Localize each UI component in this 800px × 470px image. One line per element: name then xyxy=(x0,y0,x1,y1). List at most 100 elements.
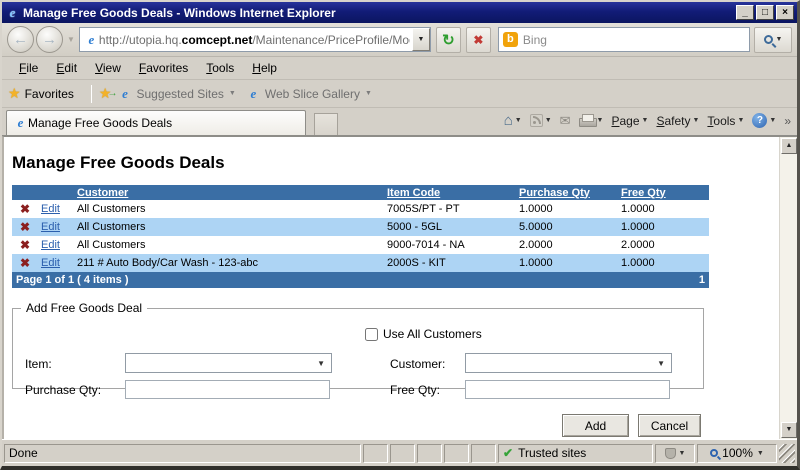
page-menu-button[interactable]: Page▼ xyxy=(609,112,650,130)
customer-label: Customer: xyxy=(390,357,445,371)
cell-customer: All Customers xyxy=(74,200,384,218)
suggested-sites-button[interactable]: Suggested Sites xyxy=(136,87,223,101)
column-header-free-qty[interactable]: Free Qty xyxy=(618,185,709,200)
menu-bar: File Edit View Favorites Tools Help xyxy=(2,57,797,80)
maximize-button[interactable]: □ xyxy=(756,5,774,20)
table-header-row: Customer Item Code Purchase Qty Free Qty xyxy=(12,185,709,200)
history-dropdown-icon[interactable]: ▼ xyxy=(67,35,75,44)
suggested-sites-dropdown-icon[interactable]: ▼ xyxy=(229,90,236,97)
free-qty-input[interactable] xyxy=(465,380,670,399)
cell-free-qty: 1.0000 xyxy=(618,254,709,272)
protected-mode-dropdown-icon[interactable]: ▼ xyxy=(679,450,686,457)
page-content: Manage Free Goods Deals Customer Item Co… xyxy=(4,137,779,439)
scroll-up-button[interactable]: ▲ xyxy=(781,138,797,154)
edit-column-header xyxy=(38,185,74,200)
vertical-scrollbar[interactable]: ▲ ▼ xyxy=(779,137,797,439)
refresh-icon: ↻ xyxy=(442,31,455,49)
window-title: Manage Free Goods Deals - Windows Intern… xyxy=(23,6,734,20)
delete-icon[interactable]: ✖ xyxy=(20,256,30,270)
menu-help[interactable]: Help xyxy=(243,59,286,77)
page-menu-label: Page xyxy=(611,114,639,128)
tools-menu-button[interactable]: Tools▼ xyxy=(705,112,746,130)
pager-page-number[interactable]: 1 xyxy=(699,274,705,286)
safety-menu-button[interactable]: Safety▼ xyxy=(654,112,701,130)
customer-select[interactable]: ▼ xyxy=(465,353,672,373)
purchase-qty-input[interactable] xyxy=(125,380,330,399)
search-button[interactable]: ▼ xyxy=(754,27,792,53)
refresh-button[interactable]: ↻ xyxy=(436,27,461,53)
feeds-dropdown-icon[interactable]: ▼ xyxy=(545,117,552,124)
tab-manage-free-goods-deals[interactable]: e Manage Free Goods Deals xyxy=(6,110,306,135)
back-button[interactable]: ← xyxy=(7,26,34,53)
protected-mode-cell[interactable]: ▼ xyxy=(655,444,695,463)
print-button[interactable]: ▼ xyxy=(577,112,606,129)
purchase-qty-label: Purchase Qty: xyxy=(25,383,101,397)
edit-link[interactable]: Edit xyxy=(41,239,60,251)
resize-grip[interactable] xyxy=(779,444,795,463)
security-zone-cell[interactable]: ✔ Trusted sites xyxy=(498,444,653,463)
zoom-cell[interactable]: 100% ▼ xyxy=(697,444,777,463)
page-favicon: e xyxy=(84,32,99,48)
deals-table: Customer Item Code Purchase Qty Free Qty… xyxy=(12,185,709,272)
search-input[interactable]: b Bing xyxy=(498,27,750,52)
cell-purchase-qty: 2.0000 xyxy=(516,236,618,254)
form-buttons: Add Cancel xyxy=(562,414,701,437)
search-dropdown-icon[interactable]: ▼ xyxy=(776,36,783,43)
delete-icon[interactable]: ✖ xyxy=(20,202,30,216)
add-button[interactable]: Add xyxy=(562,414,629,437)
address-dropdown-button[interactable]: ▼ xyxy=(412,28,430,51)
table-row: ✖ Edit All Customers 5000 - 5GL 5.0000 1… xyxy=(12,218,709,236)
favorites-button[interactable]: Favorites xyxy=(25,87,74,101)
command-bar: ⌂▼ ▼ ✉ ▼ Page▼ Safety▼ Tools▼ ?▼ » xyxy=(338,108,793,135)
delete-icon[interactable]: ✖ xyxy=(20,238,30,252)
forward-button[interactable]: → xyxy=(36,26,63,53)
web-slice-gallery-button[interactable]: Web Slice Gallery xyxy=(265,87,360,101)
safety-menu-label: Safety xyxy=(656,114,690,128)
title-bar: e Manage Free Goods Deals - Windows Inte… xyxy=(2,2,797,23)
cancel-button[interactable]: Cancel xyxy=(638,414,701,437)
menu-file[interactable]: File xyxy=(10,59,47,77)
close-button[interactable]: × xyxy=(776,5,794,20)
item-select[interactable]: ▼ xyxy=(125,353,332,373)
feeds-button[interactable]: ▼ xyxy=(528,112,554,129)
safety-dropdown-icon: ▼ xyxy=(692,117,699,124)
minimize-button[interactable]: _ xyxy=(736,5,754,20)
address-bar[interactable]: e http://utopia.hq.comcept.net/Maintenan… xyxy=(79,27,431,52)
read-mail-button[interactable]: ✉ xyxy=(558,111,573,131)
divider xyxy=(91,85,92,103)
toolbar-overflow-icon[interactable]: » xyxy=(784,114,791,128)
stop-button[interactable]: ✖ xyxy=(466,27,491,53)
status-cell xyxy=(390,444,415,463)
bing-logo-icon: b xyxy=(503,32,518,47)
cell-purchase-qty: 5.0000 xyxy=(516,218,618,236)
tools-menu-label: Tools xyxy=(707,114,735,128)
scroll-down-button[interactable]: ▼ xyxy=(781,422,797,438)
status-cell xyxy=(471,444,496,463)
print-dropdown-icon[interactable]: ▼ xyxy=(597,117,604,124)
edit-link[interactable]: Edit xyxy=(41,257,60,269)
home-button[interactable]: ⌂▼ xyxy=(502,110,524,131)
use-all-customers-checkbox[interactable] xyxy=(365,328,378,341)
new-tab-button[interactable] xyxy=(314,113,338,135)
menu-favorites[interactable]: Favorites xyxy=(130,59,197,77)
menu-edit[interactable]: Edit xyxy=(47,59,86,77)
item-label: Item: xyxy=(25,357,52,371)
menu-tools[interactable]: Tools xyxy=(197,59,243,77)
help-button[interactable]: ?▼ xyxy=(750,111,778,130)
column-header-item-code[interactable]: Item Code xyxy=(384,185,516,200)
status-text: Done xyxy=(4,444,361,463)
home-dropdown-icon[interactable]: ▼ xyxy=(515,117,522,124)
web-slice-dropdown-icon[interactable]: ▼ xyxy=(365,90,372,97)
column-header-purchase-qty[interactable]: Purchase Qty xyxy=(516,185,618,200)
table-row: ✖ Edit All Customers 9000-7014 - NA 2.00… xyxy=(12,236,709,254)
page-dropdown-icon: ▼ xyxy=(642,117,649,124)
zoom-dropdown-icon[interactable]: ▼ xyxy=(757,450,764,457)
cell-purchase-qty: 1.0000 xyxy=(516,254,618,272)
url-text[interactable]: http://utopia.hq.comcept.net/Maintenance… xyxy=(99,33,410,47)
menu-view[interactable]: View xyxy=(86,59,130,77)
edit-link[interactable]: Edit xyxy=(41,221,60,233)
help-icon: ? xyxy=(752,113,767,128)
edit-link[interactable]: Edit xyxy=(41,203,60,215)
column-header-customer[interactable]: Customer xyxy=(74,185,384,200)
delete-icon[interactable]: ✖ xyxy=(20,220,30,234)
